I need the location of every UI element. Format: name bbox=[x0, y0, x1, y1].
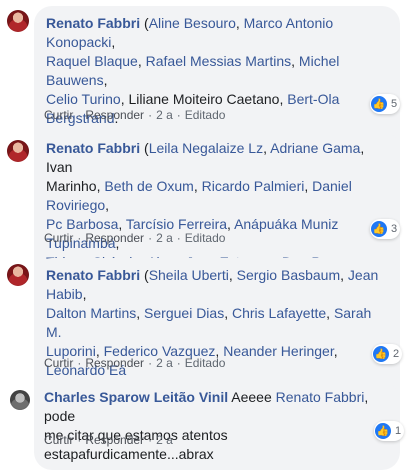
comment-body: Charles Sparow Leitão Vinil Aeeee Renato… bbox=[44, 388, 390, 464]
timestamp[interactable]: 2 a bbox=[156, 108, 173, 122]
reply-link[interactable]: Responder bbox=[85, 433, 144, 447]
reaction-count: 1 bbox=[395, 425, 402, 437]
like-link[interactable]: Curtir bbox=[44, 356, 73, 370]
reactions-badge[interactable]: 👍 3 bbox=[370, 219, 401, 239]
tagged-user-link[interactable]: Raquel Blaque bbox=[46, 53, 138, 69]
comment-text: , bbox=[326, 305, 334, 321]
edited-label[interactable]: Editado bbox=[185, 108, 226, 122]
tagged-user-link[interactable]: Chris Lafayette bbox=[232, 305, 326, 321]
comment-text: , bbox=[137, 53, 146, 69]
tagged-user-link[interactable]: Renato Fabbri bbox=[276, 389, 365, 405]
like-link[interactable]: Curtir bbox=[44, 433, 73, 447]
tagged-user-link[interactable]: Serguei Dias bbox=[144, 305, 224, 321]
avatar[interactable] bbox=[7, 264, 29, 286]
timestamp[interactable]: 2 a bbox=[156, 356, 173, 370]
timestamp[interactable]: 2 a bbox=[156, 433, 173, 447]
reaction-count: 5 bbox=[391, 98, 398, 110]
comment-actions: Curtir · Responder · 2 a · Editado bbox=[44, 231, 226, 245]
edited-label[interactable]: Editado bbox=[185, 231, 226, 245]
comment-text: , bbox=[304, 178, 313, 194]
comment-actions: Curtir · Responder · 2 a · Editado bbox=[44, 356, 226, 370]
avatar[interactable] bbox=[10, 390, 30, 410]
reaction-count: 2 bbox=[393, 348, 400, 360]
comment-text: , bbox=[235, 15, 244, 31]
tagged-user-link[interactable]: Celio Turino bbox=[46, 91, 121, 107]
tagged-user-link[interactable]: Tarcísio Ferreira bbox=[126, 216, 227, 232]
reactions-badge[interactable]: 👍 1 bbox=[374, 421, 405, 441]
edited-label[interactable]: Editado bbox=[185, 356, 226, 370]
tagged-user-link[interactable]: Neander Heringer bbox=[223, 343, 334, 359]
comment-text: , bbox=[224, 305, 232, 321]
reactions-badge[interactable]: 👍 2 bbox=[372, 344, 403, 364]
comment-text: , bbox=[111, 34, 116, 50]
avatar[interactable] bbox=[7, 140, 29, 162]
comment-text: , bbox=[291, 53, 299, 69]
comment-text: , bbox=[136, 305, 145, 321]
comment-text: , bbox=[82, 286, 87, 302]
tagged-user-link[interactable]: Sergio Basbaum bbox=[237, 267, 341, 283]
comment-text: Aeeee bbox=[231, 389, 276, 405]
tagged-user-link[interactable]: Aline Besouro bbox=[149, 15, 236, 31]
reply-link[interactable]: Responder bbox=[85, 231, 144, 245]
timestamp[interactable]: 2 a bbox=[156, 231, 173, 245]
comment-text: , bbox=[118, 216, 126, 232]
comment-bubble: Charles Sparow Leitão Vinil Aeeee Renato… bbox=[34, 382, 400, 470]
tagged-user-link[interactable]: Leila Negalaize Lz bbox=[149, 140, 263, 156]
comment-text: , bbox=[105, 197, 110, 213]
tagged-user-link[interactable]: Adriane Gama bbox=[270, 140, 360, 156]
comment-text: , bbox=[333, 343, 338, 359]
comment-text: , bbox=[227, 216, 235, 232]
like-link[interactable]: Curtir bbox=[44, 231, 73, 245]
comment-text: , bbox=[340, 267, 348, 283]
comment-text: , bbox=[228, 267, 237, 283]
like-link[interactable]: Curtir bbox=[44, 108, 73, 122]
thumbs-up-icon: 👍 bbox=[375, 423, 391, 439]
thumbs-up-icon: 👍 bbox=[373, 346, 389, 362]
author-name[interactable]: Renato Fabbri bbox=[46, 267, 140, 283]
reaction-count: 3 bbox=[391, 223, 398, 235]
author-name[interactable]: Charles Sparow Leitão Vinil bbox=[44, 389, 228, 405]
tagged-user-link[interactable]: Ricardo Palmieri bbox=[202, 178, 305, 194]
tagged-user-link[interactable]: Rafael Messias Martins bbox=[146, 53, 292, 69]
comment-text: Marinho, bbox=[46, 178, 105, 194]
avatar[interactable] bbox=[7, 10, 29, 32]
comment-text: , bbox=[103, 72, 108, 88]
reply-link[interactable]: Responder bbox=[85, 356, 144, 370]
comment-actions: Curtir · Responder · 2 a bbox=[44, 433, 173, 447]
tagged-user-link[interactable]: Sheila Uberti bbox=[149, 267, 229, 283]
tagged-user-link[interactable]: Dalton Martins bbox=[46, 305, 136, 321]
comment-text: , bbox=[193, 178, 202, 194]
author-name[interactable]: Renato Fabbri bbox=[46, 15, 140, 31]
comment-text: , Liliane Moiteiro Caetano, bbox=[120, 91, 288, 107]
thumbs-up-icon: 👍 bbox=[371, 96, 387, 112]
tagged-user-link[interactable]: Pc Barbosa bbox=[46, 216, 118, 232]
reply-link[interactable]: Responder bbox=[85, 108, 144, 122]
comment-actions: Curtir · Responder · 2 a · Editado bbox=[44, 108, 226, 122]
thumbs-up-icon: 👍 bbox=[371, 221, 387, 237]
author-name[interactable]: Renato Fabbri bbox=[46, 140, 140, 156]
tagged-user-link[interactable]: Beth de Oxum bbox=[104, 178, 194, 194]
reactions-badge[interactable]: 👍 5 bbox=[370, 94, 401, 114]
